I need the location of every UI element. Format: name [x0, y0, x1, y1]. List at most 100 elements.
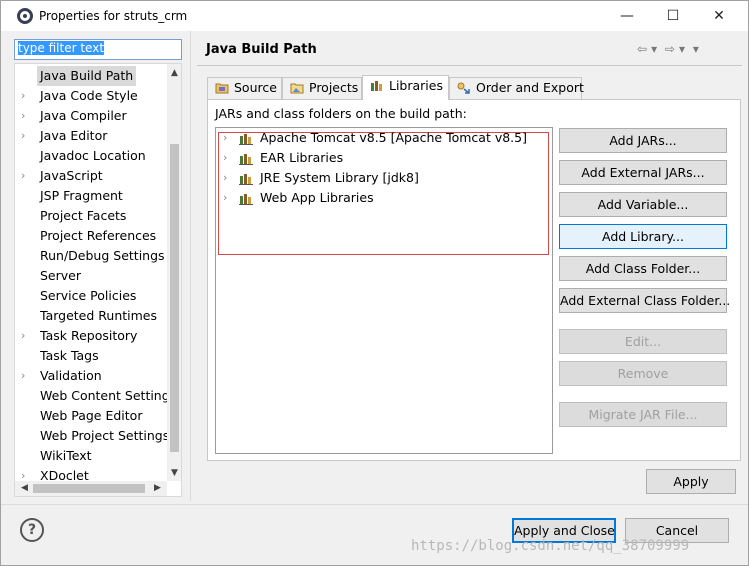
- tree-item-label: JSP Fragment: [40, 188, 123, 203]
- vertical-scrollbar[interactable]: ▲ ▼: [167, 64, 181, 481]
- tree-item[interactable]: › Java Compiler: [15, 106, 167, 126]
- filter-text: type filter text: [18, 41, 105, 55]
- hscroll-thumb[interactable]: [33, 484, 145, 493]
- tree-item-label: Javadoc Location: [40, 148, 146, 163]
- maximize-button[interactable]: ☐: [650, 1, 696, 31]
- tree-item-label: Task Repository: [40, 328, 138, 343]
- tree-item-label: Web Project Settings: [40, 428, 170, 443]
- close-button[interactable]: ✕: [696, 1, 742, 31]
- tree-item[interactable]: Targeted Runtimes: [15, 306, 167, 326]
- page-title: Java Build Path: [206, 42, 317, 57]
- expand-arrow-icon[interactable]: ›: [21, 86, 33, 106]
- tree-item-label: Targeted Runtimes: [40, 308, 157, 323]
- tree-item[interactable]: JSP Fragment: [15, 186, 167, 206]
- tree-item[interactable]: › Validation: [15, 366, 167, 386]
- tree-item-label: Project Facets: [40, 208, 127, 223]
- window-title: Properties for struts_crm: [39, 9, 188, 23]
- tree-item[interactable]: Project References: [15, 226, 167, 246]
- tab-projects-label: Projects: [309, 80, 359, 95]
- tab-order-and-export[interactable]: Order and Export: [449, 77, 584, 99]
- horizontal-scrollbar[interactable]: ◀ ▶: [15, 481, 167, 496]
- migrate-jar-button[interactable]: Migrate JAR File...: [559, 402, 727, 427]
- scroll-down-icon[interactable]: ▼: [167, 466, 181, 481]
- tab-source-label: Source: [234, 80, 277, 95]
- scroll-right-icon[interactable]: ▶: [150, 481, 165, 496]
- tree-item-label: Service Policies: [40, 288, 137, 303]
- back-menu-icon[interactable]: ▾: [651, 42, 657, 56]
- tree-item[interactable]: Run/Debug Settings: [15, 246, 167, 266]
- expand-arrow-icon[interactable]: ›: [21, 106, 33, 126]
- tree-item-label: Validation: [40, 368, 102, 383]
- tab-projects[interactable]: Projects: [282, 77, 362, 99]
- title-separator: [197, 65, 742, 66]
- scroll-up-icon[interactable]: ▲: [167, 66, 181, 81]
- tree-item[interactable]: Service Policies: [15, 286, 167, 306]
- libraries-icon: [371, 81, 382, 91]
- expand-arrow-icon[interactable]: ›: [21, 126, 33, 146]
- tree-item[interactable]: › JavaScript: [15, 166, 167, 186]
- pane-divider[interactable]: [190, 31, 191, 501]
- jars-label: JARs and class folders on the build path…: [215, 106, 467, 121]
- add-jars-button[interactable]: Add JARs...: [559, 128, 727, 153]
- title-bar: Properties for struts_crm — ☐ ✕: [1, 1, 748, 31]
- scroll-thumb[interactable]: [170, 144, 179, 452]
- add-class-folder-button[interactable]: Add Class Folder...: [559, 256, 727, 281]
- expand-arrow-icon[interactable]: ›: [21, 166, 33, 186]
- library-label: Apache Tomcat v8.5 [Apache Tomcat v8.5]: [260, 130, 527, 145]
- expand-arrow-icon[interactable]: ›: [223, 149, 227, 167]
- tab-source[interactable]: Source: [207, 77, 282, 99]
- help-icon[interactable]: ?: [20, 518, 44, 542]
- tab-order-label: Order and Export: [476, 80, 584, 95]
- add-external-jars-button[interactable]: Add External JARs...: [559, 160, 727, 185]
- tree-item[interactable]: Java Build Path: [15, 66, 167, 86]
- forward-icon[interactable]: ⇨: [665, 42, 675, 56]
- add-variable-button[interactable]: Add Variable...: [559, 192, 727, 217]
- tree-item[interactable]: Task Tags: [15, 346, 167, 366]
- forward-menu-icon[interactable]: ▾: [679, 42, 685, 56]
- add-library-button[interactable]: Add Library...: [559, 224, 727, 249]
- tree-item[interactable]: › Task Repository: [15, 326, 167, 346]
- add-external-class-folder-button[interactable]: Add External Class Folder...: [559, 288, 730, 313]
- library-container-icon: [239, 174, 253, 185]
- tab-libraries[interactable]: Libraries: [362, 75, 449, 100]
- tree-item-label: Web Content Settings: [40, 388, 177, 403]
- tree-item-label: Run/Debug Settings: [40, 248, 165, 263]
- tree-item-label: Project References: [40, 228, 157, 243]
- tree-item-label: Java Editor: [40, 128, 108, 143]
- expand-arrow-icon[interactable]: ›: [223, 129, 227, 147]
- expand-arrow-icon[interactable]: ›: [223, 189, 227, 207]
- eclipse-icon: [17, 8, 33, 24]
- scroll-left-icon[interactable]: ◀: [17, 481, 32, 496]
- properties-tree: Java Build Path › Java Code Style › Java Com…: [14, 63, 182, 497]
- tree-item-label: Java Compiler: [40, 108, 127, 123]
- tree-item[interactable]: Web Project Settings: [15, 426, 170, 446]
- filter-input[interactable]: type filter text: [14, 39, 182, 60]
- tree-item[interactable]: Project Facets: [15, 206, 167, 226]
- tree-item[interactable]: › Java Code Style: [15, 86, 167, 106]
- expand-arrow-icon[interactable]: ›: [223, 169, 227, 187]
- apply-button[interactable]: Apply: [646, 469, 736, 494]
- edit-button[interactable]: Edit...: [559, 329, 727, 354]
- minimize-button[interactable]: —: [604, 1, 650, 31]
- tree-item[interactable]: Web Page Editor: [15, 406, 167, 426]
- tree-item[interactable]: Web Content Settings: [15, 386, 176, 406]
- tree-item-label: Web Page Editor: [40, 408, 143, 423]
- library-label: Web App Libraries: [260, 190, 374, 205]
- tree-item-label: Server: [40, 268, 81, 283]
- tree-item[interactable]: Javadoc Location: [15, 146, 167, 166]
- library-container-icon: [239, 134, 253, 145]
- expand-arrow-icon[interactable]: ›: [21, 366, 33, 386]
- order-export-icon: [457, 82, 470, 94]
- view-menu-icon[interactable]: ▾: [693, 42, 699, 56]
- expand-arrow-icon[interactable]: ›: [21, 326, 33, 346]
- library-label: JRE System Library [jdk8]: [260, 170, 419, 185]
- tree-item[interactable]: WikiText: [15, 446, 167, 466]
- tree-item[interactable]: Server: [15, 266, 167, 286]
- watermark: https://blog.csdn.net/qq_38709999: [411, 538, 690, 554]
- properties-dialog: Properties for struts_crm — ☐ ✕ type fil…: [0, 0, 749, 566]
- history-nav: ⇦ ▾ ⇨ ▾ ▾: [637, 42, 703, 56]
- back-icon[interactable]: ⇦: [637, 42, 647, 56]
- tree-item[interactable]: › Java Editor: [15, 126, 167, 146]
- remove-button[interactable]: Remove: [559, 361, 727, 386]
- tree-item-label: Java Code Style: [40, 88, 138, 103]
